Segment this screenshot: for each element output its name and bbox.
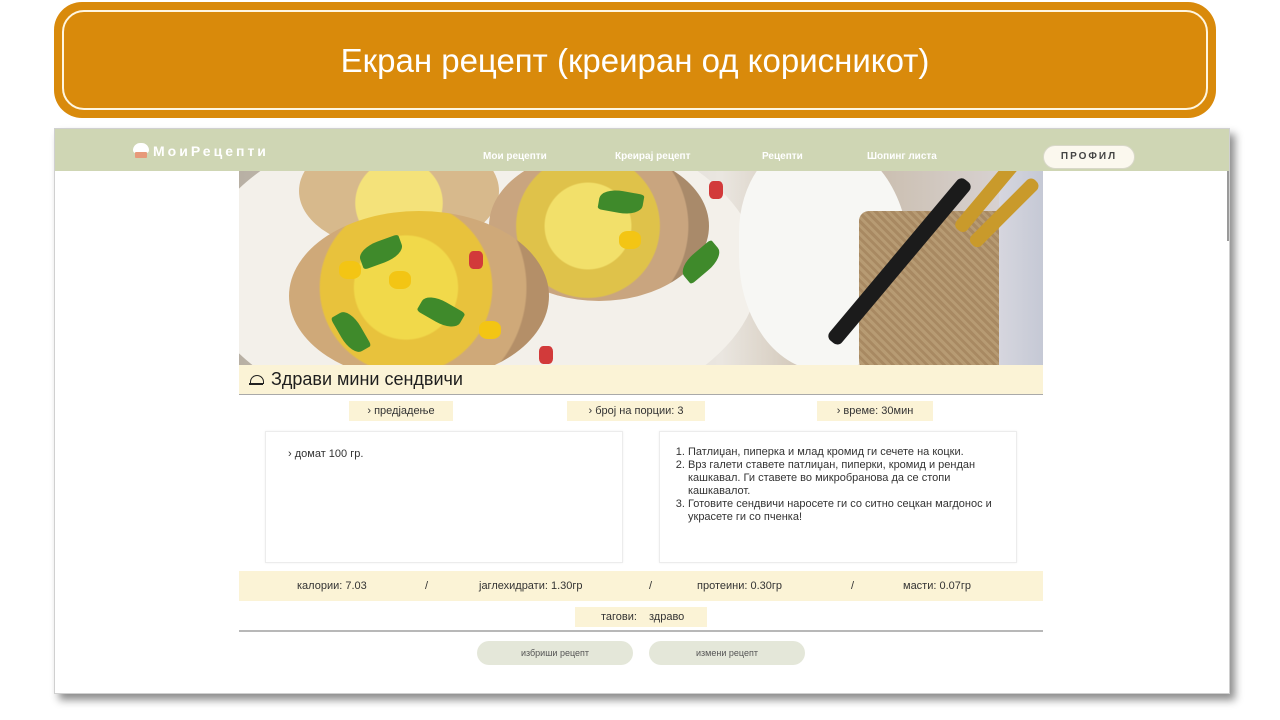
recipe-title-bar: Здрави мини сендвичи bbox=[239, 365, 1043, 395]
steps-list: Патлиџан, пиперка и млад кромид ги сечет… bbox=[668, 446, 1004, 524]
nav-link-my-recipes[interactable]: Мои рецепти bbox=[483, 151, 547, 162]
tag-item[interactable]: здраво bbox=[649, 607, 684, 627]
step-item: Патлиџан, пиперка и млад кромид ги сечет… bbox=[688, 446, 1004, 459]
nutrition-fat: масти: 0.07гр bbox=[903, 580, 972, 592]
app-screenshot: МоиРецепти Мои рецепти Креирај рецепт Ре… bbox=[54, 128, 1230, 694]
profile-button[interactable]: ПРОФИЛ bbox=[1043, 145, 1135, 169]
step-item: Врз галети ставете патлиџан, пиперки, кр… bbox=[688, 459, 1004, 498]
recipe-time: › време: 30мин bbox=[817, 401, 933, 421]
cloche-icon bbox=[249, 374, 264, 386]
chef-hat-icon bbox=[131, 143, 151, 159]
nav-link-create-recipe[interactable]: Креирај рецепт bbox=[615, 151, 690, 162]
nutrition-bar: калории: 7.03 / јаглехидрати: 1.30гр / п… bbox=[239, 571, 1043, 601]
nav-link-shopping-list[interactable]: Шопинг листа bbox=[867, 151, 937, 162]
steps-card: Патлиџан, пиперка и млад кромид ги сечет… bbox=[659, 431, 1017, 563]
recipe-servings: › број на порции: 3 bbox=[567, 401, 705, 421]
navbar: МоиРецепти Мои рецепти Креирај рецепт Ре… bbox=[55, 129, 1229, 171]
ingredients-card: › домат 100 гр. bbox=[265, 431, 623, 563]
recipe-category: › предјадење bbox=[349, 401, 453, 421]
edit-recipe-button[interactable]: измени рецепт bbox=[649, 641, 805, 665]
tags-label: тагови: bbox=[601, 611, 637, 623]
scrollbar[interactable] bbox=[1227, 171, 1229, 241]
slide-banner: Екран рецепт (креиран од корисникот) bbox=[56, 4, 1214, 116]
ingredient-item: › домат 100 гр. bbox=[288, 448, 364, 460]
nav-link-recipes[interactable]: Рецепти bbox=[762, 151, 803, 162]
delete-recipe-button[interactable]: избриши рецепт bbox=[477, 641, 633, 665]
logo-text: МоиРецепти bbox=[153, 143, 269, 159]
recipe-title: Здрави мини сендвичи bbox=[271, 369, 463, 389]
nutrition-separator: / bbox=[649, 580, 653, 592]
nutrition-separator: / bbox=[425, 580, 429, 592]
nutrition-separator: / bbox=[851, 580, 855, 592]
tags-bar: тагови: здраво bbox=[575, 607, 707, 627]
logo[interactable]: МоиРецепти bbox=[131, 143, 269, 159]
nutrition-carbs: јаглехидрати: 1.30гр bbox=[479, 580, 583, 592]
nutrition-protein: протеини: 0.30гр bbox=[697, 580, 782, 592]
step-item: Готовите сендвичи наросете ги со ситно с… bbox=[688, 498, 1004, 524]
slide-title: Екран рецепт (креиран од корисникот) bbox=[340, 42, 930, 79]
divider bbox=[239, 630, 1043, 632]
recipe-hero-image bbox=[239, 171, 1043, 365]
nutrition-calories: калории: 7.03 bbox=[297, 580, 367, 592]
